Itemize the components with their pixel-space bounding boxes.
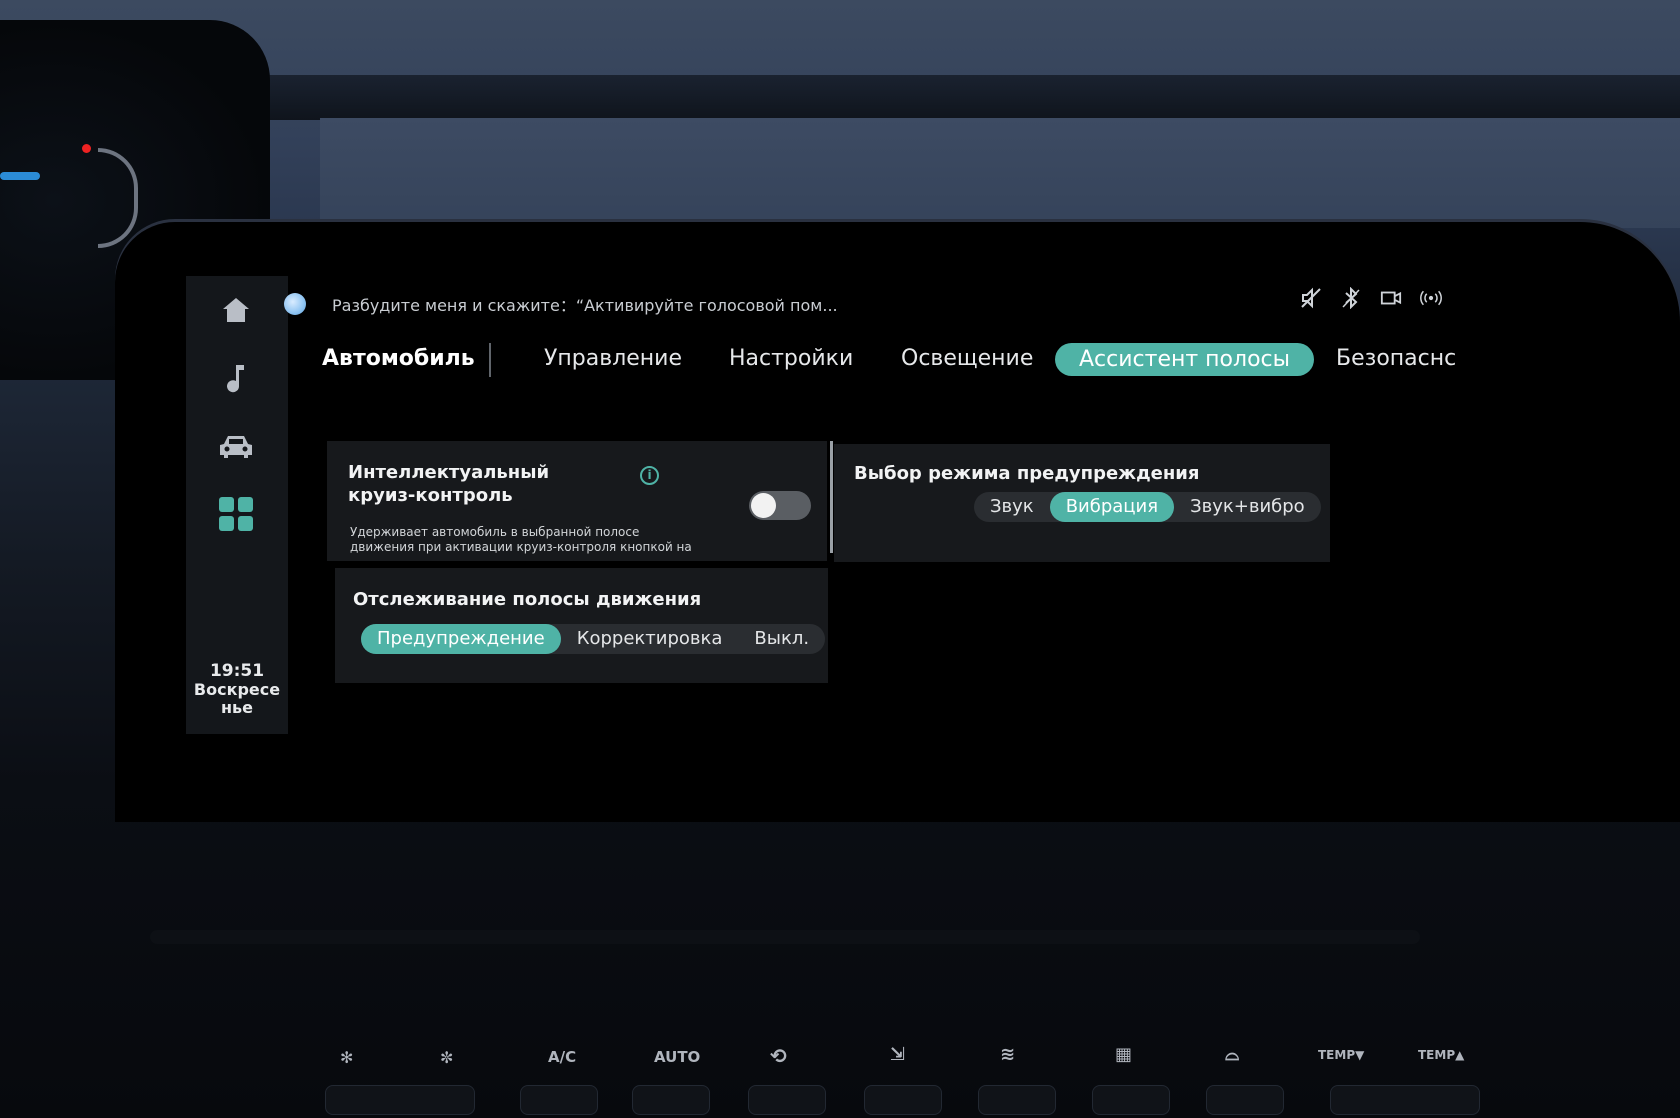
- windshield-heat-icon[interactable]: ⌓: [1225, 1044, 1239, 1065]
- cluster-ring: [98, 148, 138, 248]
- clock-day-line2: нье: [220, 698, 254, 717]
- cruise-control-card: Интеллектуальный круиз-контроль i Удержи…: [327, 441, 827, 561]
- console-button[interactable]: [748, 1085, 826, 1115]
- signal-broadcast-icon: [1420, 287, 1442, 309]
- air-vent: [150, 930, 1420, 944]
- tab-avtomobil[interactable]: Автомобиль: [322, 346, 475, 371]
- home-icon[interactable]: [216, 290, 256, 330]
- cruise-title-line2: круиз-контроль: [348, 485, 513, 506]
- console-button-left[interactable]: [325, 1085, 475, 1115]
- warning-option-sound-vibration[interactable]: Звук+вибро: [1174, 492, 1321, 522]
- tab-lane-assistant[interactable]: Ассистент полосы: [1055, 343, 1315, 376]
- console-button[interactable]: [864, 1085, 942, 1115]
- warning-option-sound[interactable]: Звук: [974, 492, 1050, 522]
- auto-button[interactable]: AUTO: [654, 1048, 700, 1066]
- ac-button[interactable]: A/C: [548, 1048, 576, 1066]
- sidebar: 19:51 Воскресе нье: [186, 276, 288, 734]
- cruise-toggle[interactable]: [749, 491, 811, 520]
- console-button-right[interactable]: [1330, 1085, 1480, 1115]
- temp-down-button[interactable]: TEMP▼: [1318, 1048, 1364, 1062]
- fan-high-icon[interactable]: ✼: [440, 1048, 453, 1067]
- bluetooth-off-icon: [1340, 287, 1362, 309]
- tab-upravlenie[interactable]: Управление: [544, 346, 682, 371]
- dashboard-surface: [320, 118, 1680, 228]
- cruise-title-line1: Интеллектуальный: [348, 462, 550, 483]
- tab-nastroiki[interactable]: Настройки: [729, 346, 853, 371]
- temp-up-button[interactable]: TEMP▲: [1418, 1048, 1464, 1062]
- cluster-red-indicator: [82, 144, 91, 153]
- status-icons: [1300, 287, 1442, 309]
- rear-defrost-icon[interactable]: ▦: [1115, 1044, 1132, 1065]
- lane-option-off[interactable]: Выкл.: [738, 624, 825, 654]
- lane-tracking-selector: Предупреждение Корректировка Выкл.: [361, 624, 826, 654]
- info-icon[interactable]: i: [640, 466, 659, 485]
- cruise-description-line2: движения при активации круиз-контроля кн…: [350, 540, 692, 554]
- lane-tracking-title: Отслеживание полосы движения: [353, 589, 702, 610]
- cluster-blue-light: [0, 172, 40, 180]
- voice-assistant-prompt[interactable]: Разбудите меня и скажите：“Активируйте го…: [332, 292, 838, 316]
- mute-speaker-icon: [1300, 287, 1322, 309]
- camera-icon: [1380, 287, 1402, 309]
- tab-osveshchenie[interactable]: Освещение: [901, 346, 1033, 371]
- clock-day-line1: Воскресе: [193, 680, 281, 699]
- console-button[interactable]: [632, 1085, 710, 1115]
- cruise-description-line1: Удерживает автомобиль в выбранной полосе: [350, 525, 640, 539]
- console-button[interactable]: [1206, 1085, 1284, 1115]
- console-button[interactable]: [520, 1085, 598, 1115]
- toggle-knob: [751, 493, 776, 518]
- clock-time: 19:51: [209, 661, 265, 681]
- recirculation-icon[interactable]: ⟲: [770, 1044, 787, 1068]
- clock: 19:51 Воскресе нье: [186, 661, 288, 717]
- lane-option-correction[interactable]: Корректировка: [561, 624, 739, 654]
- tab-bezopasnost[interactable]: Безопаснс: [1336, 346, 1456, 371]
- warning-mode-title: Выбор режима предупреждения: [854, 463, 1200, 484]
- apps-grid-icon[interactable]: [216, 494, 256, 534]
- warning-mode-selector: Звук Вибрация Звук+вибро: [974, 492, 1321, 522]
- tab-divider: [489, 343, 491, 377]
- lane-option-warning[interactable]: Предупреждение: [361, 624, 561, 654]
- console-button[interactable]: [978, 1085, 1056, 1115]
- card-divider: [830, 441, 833, 553]
- air-direction-icon[interactable]: ⇲: [890, 1044, 905, 1065]
- console-button[interactable]: [1092, 1085, 1170, 1115]
- lane-tracking-card: Отслеживание полосы движения Предупрежде…: [335, 568, 828, 683]
- music-note-icon[interactable]: [216, 358, 256, 398]
- front-defrost-icon[interactable]: ≋: [1000, 1044, 1015, 1065]
- car-icon[interactable]: [216, 426, 256, 466]
- warning-mode-card: Выбор режима предупреждения Звук Вибраци…: [834, 444, 1330, 562]
- fan-low-icon[interactable]: ✻: [340, 1048, 353, 1067]
- voice-assistant-icon[interactable]: [284, 293, 306, 315]
- warning-option-vibration[interactable]: Вибрация: [1049, 492, 1175, 522]
